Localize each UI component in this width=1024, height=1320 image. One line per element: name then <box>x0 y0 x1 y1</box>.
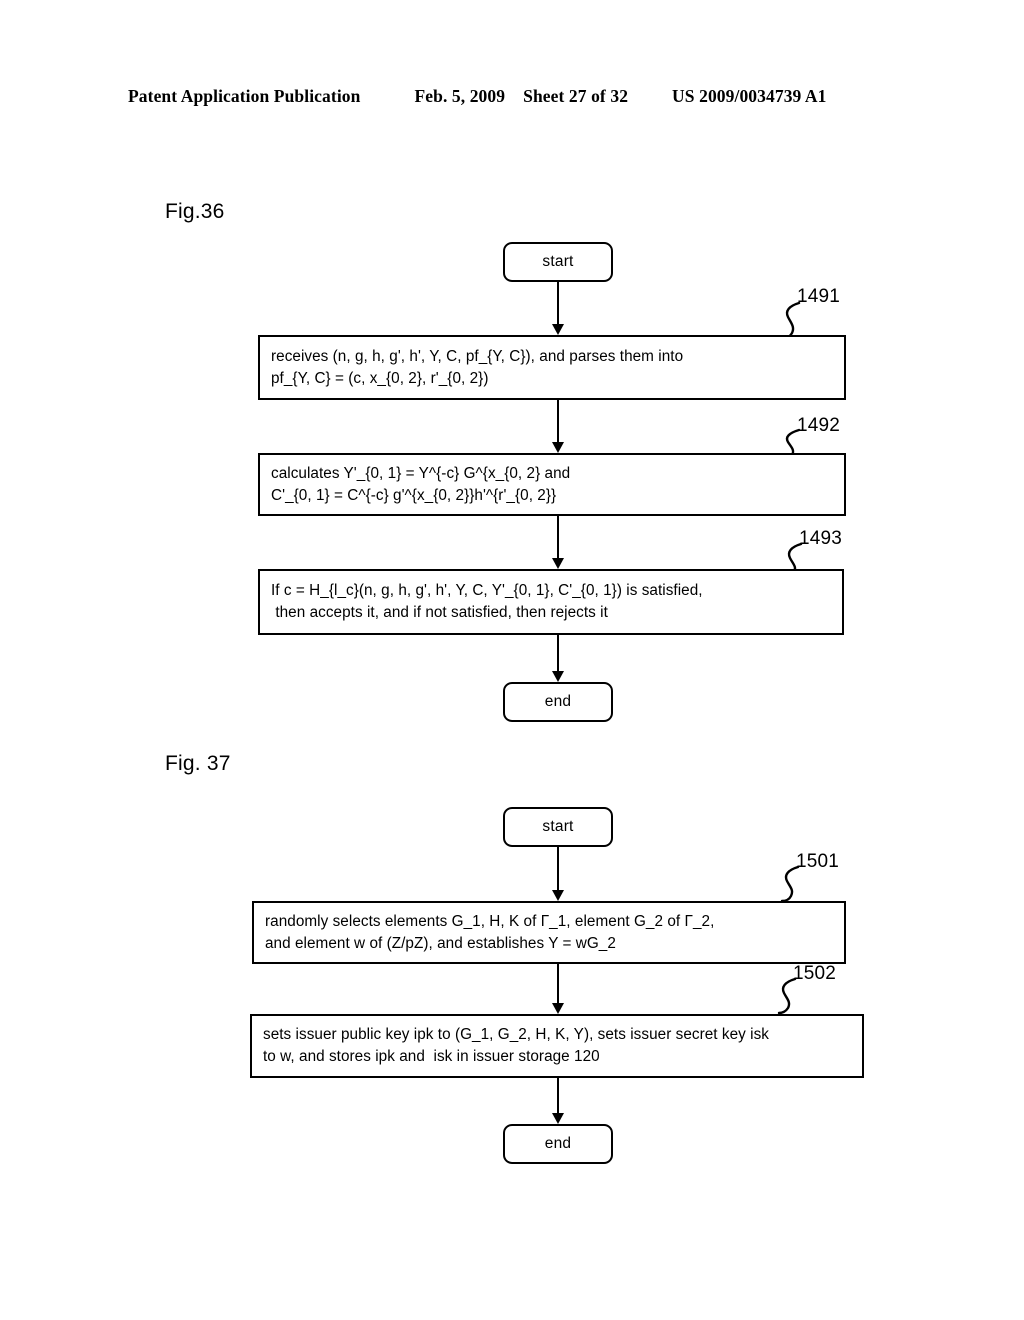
fig36-process-text-1493: If c = H_{l_c}(n, g, h, g', h', Y, C, Y'… <box>271 582 703 621</box>
fig37-end-terminal: end <box>503 1124 613 1164</box>
fig37-process-box-1502: sets issuer public key ipk to (G_1, G_2,… <box>250 1014 864 1078</box>
page-header: Patent Application Publication Feb. 5, 2… <box>128 86 888 107</box>
fig37-leader-line-1502 <box>777 977 797 1015</box>
fig37-end-label: end <box>544 1135 572 1153</box>
figure-37-label: Fig. 37 <box>165 752 231 775</box>
fig37-start-label: start <box>542 818 574 836</box>
fig36-end-label: end <box>544 693 572 711</box>
fig36-process-text-1491: receives (n, g, h, g', h', Y, C, pf_{Y, … <box>271 347 684 387</box>
figure-36-label: Fig.36 <box>165 200 225 223</box>
fig36-process-text-1492: calculates Y'_{0, 1} = Y^{-c} G^{x_{0, 2… <box>271 464 571 504</box>
fig37-start-terminal: start <box>503 807 613 847</box>
header-date: Feb. 5, 2009 <box>414 86 506 106</box>
fig37-process-text-1502: sets issuer public key ipk to (G_1, G_2,… <box>263 1026 769 1065</box>
fig36-end-terminal: end <box>503 682 613 722</box>
fig36-start-terminal: start <box>503 242 613 282</box>
fig36-leader-line-1491 <box>781 301 801 340</box>
fig37-leader-line-1501 <box>780 865 800 903</box>
fig36-process-box-1491: receives (n, g, h, g', h', Y, C, pf_{Y, … <box>258 335 846 400</box>
header-patent-number: US 2009/0034739 A1 <box>672 86 827 106</box>
header-publication-title: Patent Application Publication <box>128 86 361 106</box>
fig36-start-label: start <box>542 253 574 271</box>
fig37-process-text-1501: randomly selects elements G_1, H, K of Γ… <box>265 912 715 952</box>
fig37-process-box-1501: randomly selects elements G_1, H, K of Γ… <box>252 901 846 964</box>
fig36-process-box-1493: If c = H_{l_c}(n, g, h, g', h', Y, C, Y'… <box>258 569 844 635</box>
fig36-process-box-1492: calculates Y'_{0, 1} = Y^{-c} G^{x_{0, 2… <box>258 453 846 516</box>
header-sheet-number: Sheet 27 of 32 <box>523 86 629 106</box>
